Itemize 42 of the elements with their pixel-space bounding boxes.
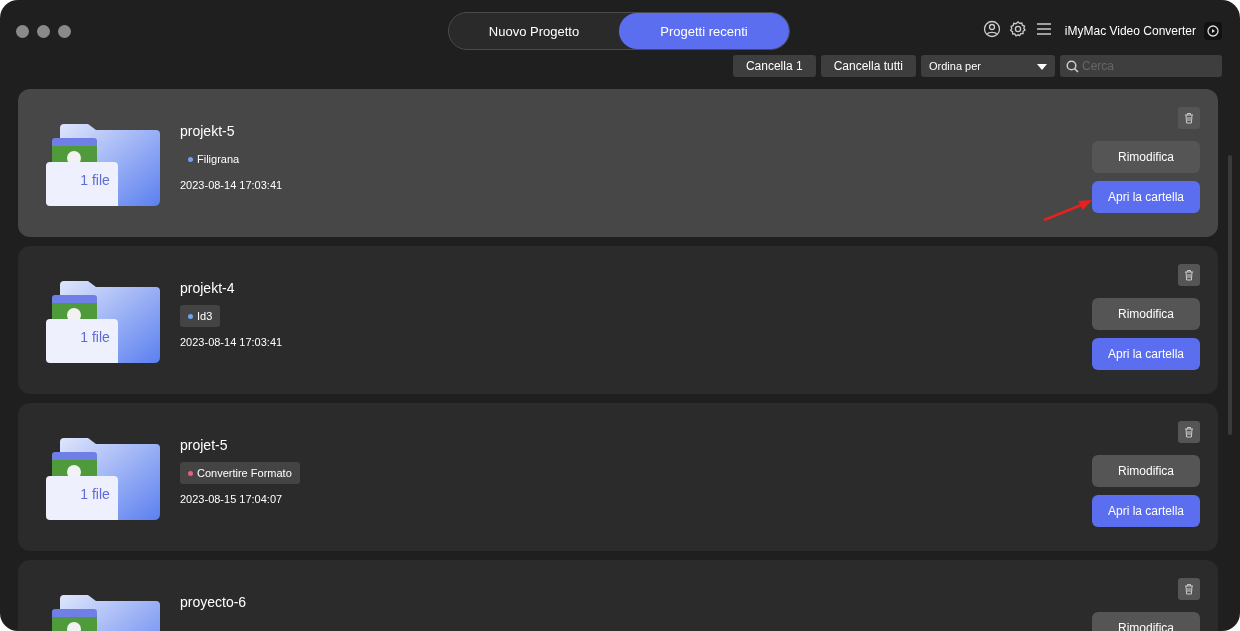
- window-control-dot[interactable]: [58, 24, 71, 38]
- caret-icon: [1037, 64, 1047, 70]
- app-name: iMyMac Video Converter: [1064, 24, 1196, 38]
- file-count: 1 file: [79, 329, 111, 345]
- delete-button[interactable]: [1178, 107, 1200, 129]
- tab[interactable]: Nuovo Progetto: [449, 13, 619, 49]
- window-control-dot[interactable]: [16, 24, 29, 38]
- re-edit-button[interactable]: Rimodifica: [1092, 298, 1200, 330]
- task-tag: Convertire Formato: [180, 462, 300, 484]
- window-control-dot[interactable]: [37, 24, 50, 38]
- annotation-arrow: [1042, 198, 1094, 222]
- project-name: projekt-4: [180, 280, 235, 296]
- file-count: 1 file: [79, 172, 111, 188]
- trash-icon: [1184, 426, 1194, 438]
- project-card[interactable]: 1 file projet-5 Convertire Formato 2023-08-15 17:04:07 Rimodifica Apri la cartella: [18, 403, 1218, 551]
- project-name: proyecto-6: [180, 594, 247, 610]
- trash-icon: [1184, 269, 1194, 281]
- app-logo-icon: [1204, 22, 1222, 40]
- project-card[interactable]: 1 file projekt-5 Filigrana 2023-08-14 17:03:41 Rimodifica Apri la cartella: [18, 89, 1218, 237]
- task-tag: Filigrana: [180, 148, 248, 170]
- delete-button[interactable]: [1178, 264, 1200, 286]
- file-count: 1 file: [79, 486, 111, 502]
- trash-icon: [1184, 583, 1194, 595]
- re-edit-button[interactable]: Rimodifica: [1092, 141, 1200, 173]
- open-folder-button[interactable]: Apri la cartella: [1092, 181, 1200, 213]
- project-name: projet-5: [180, 437, 228, 453]
- open-folder-button[interactable]: Apri la cartella: [1092, 338, 1200, 370]
- delete-button[interactable]: [1178, 421, 1200, 443]
- project-name: projekt-5: [180, 123, 235, 139]
- toolbar-button[interactable]: Cancella tutti: [820, 55, 916, 77]
- delete-button[interactable]: [1178, 578, 1200, 600]
- project-date: 2023-08-15 17:04:07: [180, 493, 283, 505]
- re-edit-button[interactable]: Rimodifica: [1092, 455, 1200, 487]
- trash-icon: [1184, 112, 1194, 124]
- project-date: 2023-08-14 17:03:41: [180, 336, 283, 348]
- project-card[interactable]: 1 file projekt-4 Id3 2023-08-14 17:03:41 Rimodifica Apri la cartella: [18, 246, 1218, 394]
- task-tag: Id3: [180, 305, 221, 327]
- tab[interactable]: Progetti recenti: [619, 13, 789, 49]
- project-date: 2023-08-14 17:03:41: [180, 179, 283, 191]
- sort-dropdown[interactable]: Ordina per: [921, 55, 1055, 77]
- toolbar-button[interactable]: Cancella 1: [732, 55, 816, 77]
- open-folder-button[interactable]: Apri la cartella: [1092, 495, 1200, 527]
